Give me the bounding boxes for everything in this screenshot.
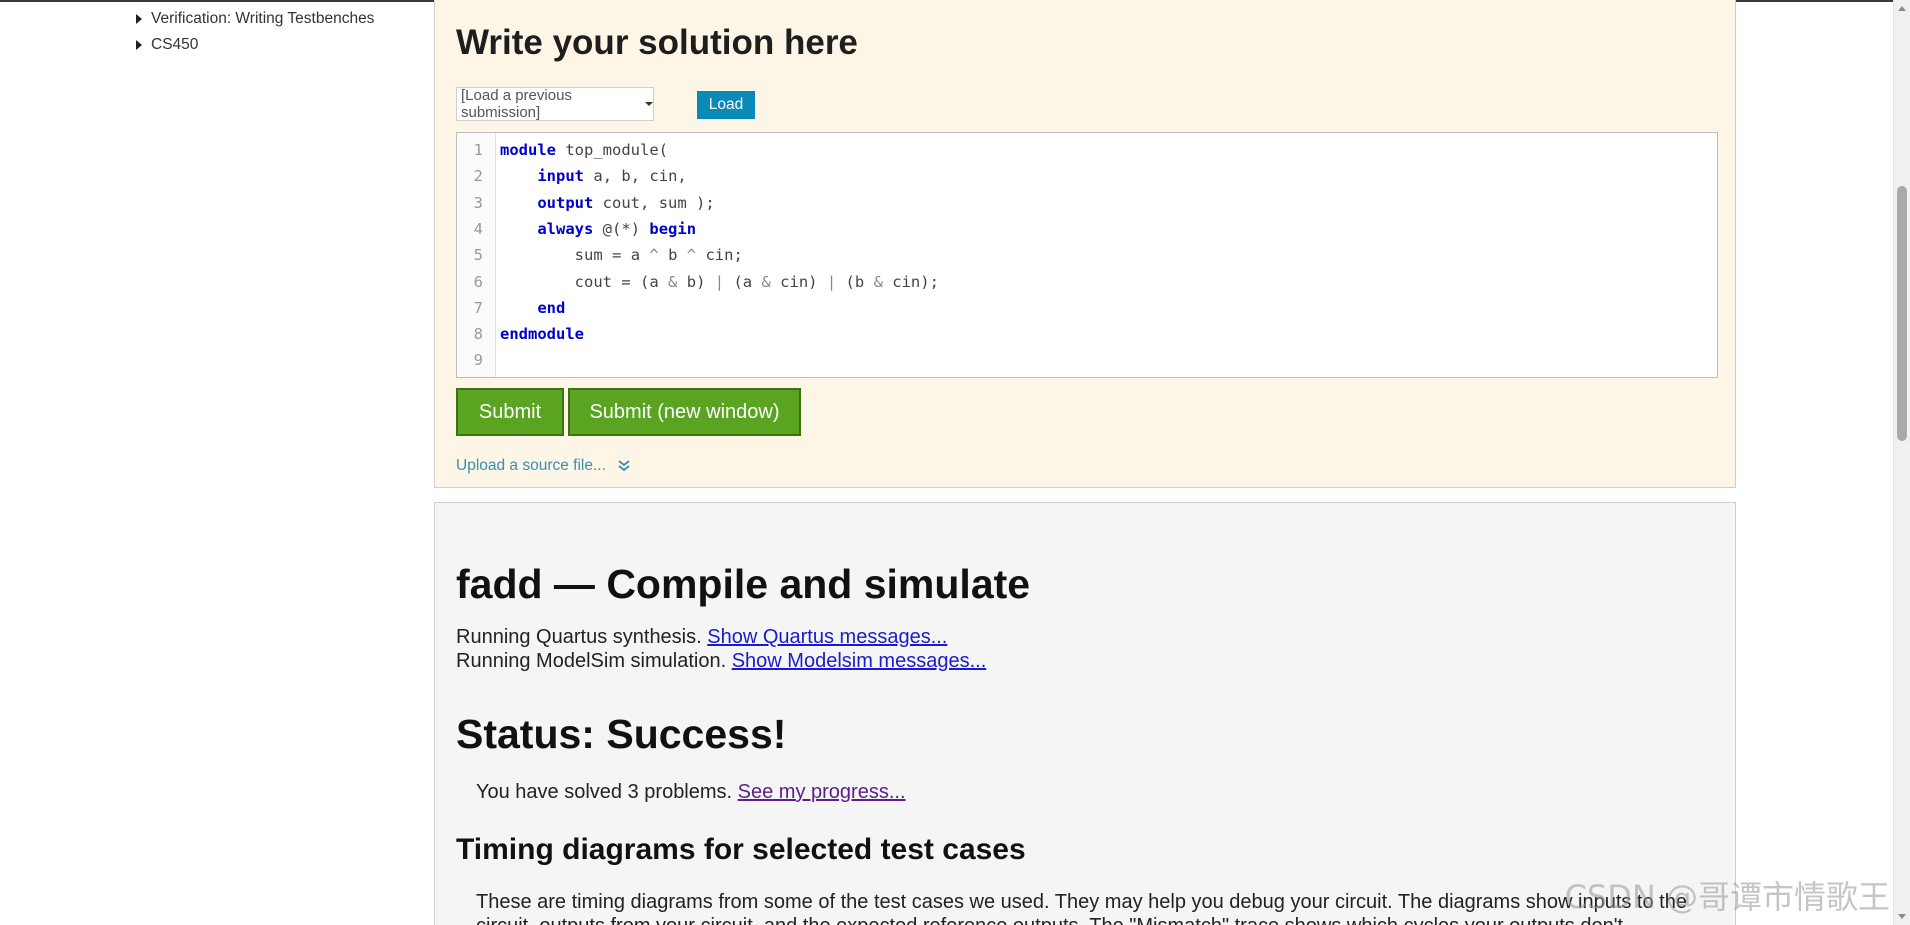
quartus-text: Running Quartus synthesis. xyxy=(456,626,702,648)
line-number: 3 xyxy=(473,193,483,212)
status-title: Status: Success! xyxy=(456,711,787,757)
result-panel: fadd — Compile and simulate Running Quar… xyxy=(434,502,1736,925)
line-number: 9 xyxy=(473,351,483,370)
code-line[interactable]: 9 xyxy=(457,347,1717,373)
code-line[interactable]: 3 output cout, sum ); xyxy=(457,190,1717,216)
submit-button[interactable]: Submit xyxy=(456,388,564,436)
line-number: 4 xyxy=(473,219,483,238)
code-text: end xyxy=(537,298,566,317)
nav-item-label: CS450 xyxy=(151,36,199,53)
solution-title: Write your solution here xyxy=(456,23,858,62)
code-line[interactable]: 2 input a, b, cin, xyxy=(457,163,1717,189)
select-value: [Load a previous submission] xyxy=(461,87,572,121)
code-text: module top_module( xyxy=(500,141,669,159)
expand-triangle-icon xyxy=(136,40,142,50)
see-progress-link[interactable]: See my progress... xyxy=(738,781,906,803)
line-number: 2 xyxy=(473,167,483,186)
double-chevron-down-icon xyxy=(618,460,630,472)
line-number: 7 xyxy=(473,298,483,317)
nav-item-cs450[interactable]: CS450 xyxy=(130,32,420,58)
code-text: cout = (a & b) | (a & cin) | (b & cin); xyxy=(574,272,939,291)
load-button[interactable]: Load xyxy=(697,91,755,119)
show-quartus-messages-link[interactable]: Show Quartus messages... xyxy=(707,626,947,648)
progress-text: You have solved 3 problems. xyxy=(476,781,733,803)
nav-item-label: Verification: Writing Testbenches xyxy=(151,10,375,27)
code-line[interactable]: 4 always @(*) begin xyxy=(457,216,1717,242)
page: Verification: Writing Testbenches CS450 … xyxy=(0,0,1910,925)
scroll-down-arrow-icon[interactable] xyxy=(1898,914,1906,919)
code-text: always @(*) begin xyxy=(537,219,697,238)
code-line[interactable]: 6 cout = (a & b) | (a & cin) | (b & cin)… xyxy=(457,269,1717,295)
scrollbar-thumb[interactable] xyxy=(1897,186,1907,441)
timing-diagrams-title: Timing diagrams for selected test cases xyxy=(456,833,1026,866)
line-number: 5 xyxy=(473,246,483,265)
vertical-scrollbar[interactable] xyxy=(1893,0,1910,925)
upload-label: Upload a source file... xyxy=(456,457,606,474)
scroll-up-arrow-icon[interactable] xyxy=(1898,6,1906,11)
code-text: sum = a ^ b ^ cin; xyxy=(574,246,743,265)
left-nav: Verification: Writing Testbenches CS450 xyxy=(130,6,420,58)
watermark: CSDN @哥谭市情歌王 xyxy=(1564,878,1890,916)
quartus-line: Running Quartus synthesis. Show Quartus … xyxy=(456,626,947,649)
line-number: 8 xyxy=(473,325,483,344)
code-editor[interactable]: 1 module top_module(2 input a, b, cin, 3 o… xyxy=(456,132,1718,378)
line-number: 1 xyxy=(473,141,483,159)
expand-triangle-icon xyxy=(136,14,142,24)
previous-submission-select[interactable]: [Load a previous submission] xyxy=(456,87,654,121)
solution-panel: Write your solution here [Load a previou… xyxy=(434,0,1736,488)
timing-description: These are timing diagrams from some of t… xyxy=(476,891,1687,925)
line-number: 6 xyxy=(473,272,483,291)
modelsim-line: Running ModelSim simulation. Show Models… xyxy=(456,650,986,673)
code-line[interactable]: 8 endmodule xyxy=(457,321,1717,347)
code-line[interactable]: 5 sum = a ^ b ^ cin; xyxy=(457,242,1717,268)
code-text: output cout, sum ); xyxy=(537,193,715,212)
caret-down-icon xyxy=(645,102,653,106)
modelsim-text: Running ModelSim simulation. xyxy=(456,650,727,672)
code-line[interactable]: 1 module top_module( xyxy=(457,137,1717,163)
progress-line: You have solved 3 problems. See my progr… xyxy=(476,781,906,804)
code-text: endmodule xyxy=(500,325,584,344)
upload-source-link[interactable]: Upload a source file... xyxy=(456,457,630,475)
result-title: fadd — Compile and simulate xyxy=(456,561,1031,607)
submit-new-window-button[interactable]: Submit (new window) xyxy=(568,388,801,436)
show-modelsim-messages-link[interactable]: Show Modelsim messages... xyxy=(732,650,987,672)
nav-item-verification[interactable]: Verification: Writing Testbenches xyxy=(130,6,420,32)
code-line[interactable]: 7 end xyxy=(457,295,1717,321)
code-text: input a, b, cin, xyxy=(537,167,687,186)
